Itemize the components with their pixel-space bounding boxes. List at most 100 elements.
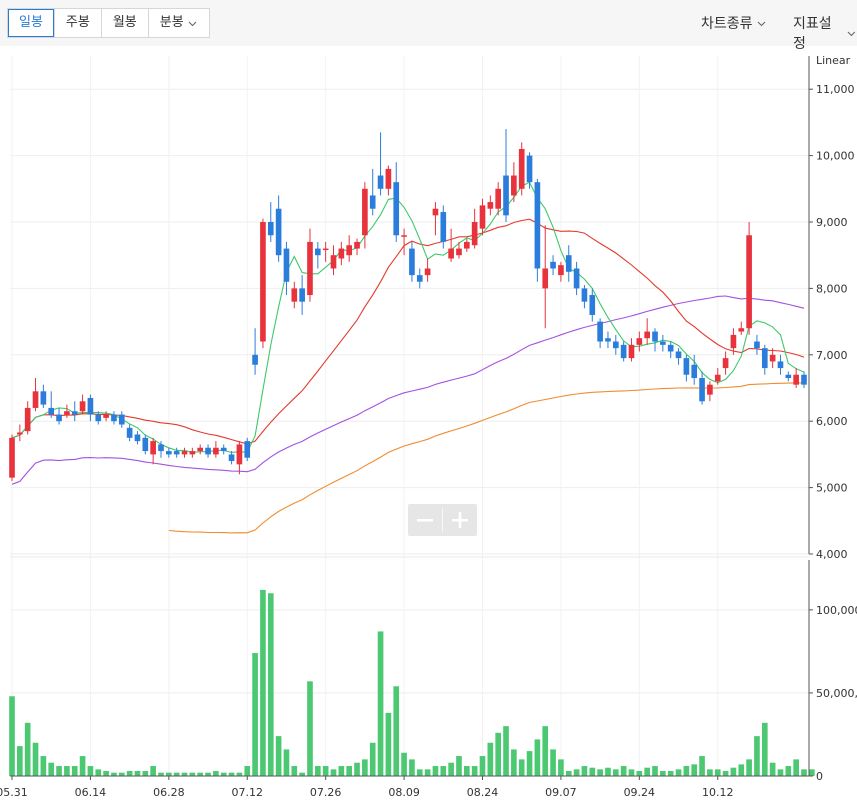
volume-bar bbox=[612, 769, 619, 776]
volume-bar bbox=[573, 769, 580, 776]
volume-bar bbox=[314, 766, 321, 776]
scale-type-label[interactable]: Linear bbox=[816, 54, 851, 67]
volume-bar bbox=[471, 766, 478, 776]
volume-bar bbox=[456, 756, 462, 776]
volume-bar bbox=[620, 766, 627, 776]
volume-bar bbox=[416, 769, 423, 776]
candle-body bbox=[275, 208, 282, 256]
volume-bar bbox=[213, 771, 219, 776]
volume-bar bbox=[495, 732, 502, 776]
candle-body bbox=[534, 182, 541, 269]
candle-body bbox=[526, 155, 533, 183]
candle-body bbox=[322, 248, 329, 251]
volume-bar bbox=[785, 766, 792, 776]
candle-body bbox=[652, 331, 658, 342]
volume-bar bbox=[322, 766, 329, 776]
volume-bar bbox=[71, 766, 78, 776]
candle-body bbox=[9, 437, 15, 478]
tab-minute-label: 분봉 bbox=[159, 15, 184, 30]
candle-body bbox=[103, 414, 109, 418]
candle-body bbox=[205, 447, 211, 455]
x-tick-label: 07.26 bbox=[310, 786, 342, 799]
minus-icon bbox=[417, 519, 433, 522]
stock-chart[interactable]: 4,000 5,000 6,000 7,000 8,000 9,000 10,000 11,0… bbox=[0, 46, 857, 807]
tab-monthly[interactable]: 월봉 bbox=[100, 9, 148, 37]
candle-body bbox=[369, 195, 376, 209]
moving-average-lines bbox=[11, 181, 805, 534]
zoom-out-button[interactable] bbox=[408, 504, 442, 536]
volume-bar bbox=[714, 769, 721, 776]
candle-body bbox=[95, 414, 102, 422]
zoom-in-button[interactable] bbox=[443, 504, 477, 536]
volume-bar bbox=[291, 766, 298, 776]
x-tick-label: 08.09 bbox=[388, 786, 420, 799]
candle-body bbox=[416, 275, 423, 282]
volume-tick-label: 100,000,000 bbox=[816, 604, 857, 617]
volume-bar bbox=[589, 767, 596, 776]
candle-body bbox=[518, 148, 525, 189]
chart-toolbar: 일봉 주봉 월봉 분봉 차트종류 지표설정 bbox=[0, 0, 857, 52]
candle-body bbox=[754, 341, 760, 349]
candle-body bbox=[267, 222, 274, 236]
volume-bar bbox=[150, 766, 156, 776]
candle-body bbox=[495, 188, 502, 209]
candle-body bbox=[699, 378, 705, 402]
chart-type-label: 차트종류 bbox=[701, 16, 753, 32]
x-tick-label: 06.28 bbox=[153, 786, 185, 799]
candle-body bbox=[589, 295, 596, 315]
volume-bar bbox=[64, 766, 70, 776]
candle-body bbox=[542, 268, 549, 289]
tab-minute[interactable]: 분봉 bbox=[147, 9, 209, 37]
candle-body bbox=[393, 182, 400, 236]
candle-body bbox=[79, 401, 86, 412]
candle-body bbox=[409, 248, 415, 276]
candle-body bbox=[307, 241, 313, 296]
volume-bar bbox=[518, 759, 525, 776]
candle-body bbox=[707, 384, 713, 395]
tab-weekly[interactable]: 주봉 bbox=[53, 9, 101, 37]
candle-body bbox=[71, 411, 78, 415]
volume-bar bbox=[362, 759, 368, 776]
volume-bar bbox=[307, 681, 313, 776]
candle-body bbox=[660, 341, 666, 345]
candle-body bbox=[17, 432, 23, 435]
candle-body bbox=[738, 328, 745, 332]
candle-body bbox=[448, 248, 454, 259]
volume-bar bbox=[754, 736, 760, 776]
candle-body bbox=[432, 208, 439, 216]
candle-body bbox=[213, 447, 219, 455]
volume-bar bbox=[675, 769, 682, 776]
chart-type-menu[interactable]: 차트종류 bbox=[701, 13, 767, 33]
candle-body bbox=[236, 444, 243, 465]
zoom-controls bbox=[408, 504, 477, 536]
candle-body bbox=[338, 248, 345, 259]
candle-body bbox=[330, 255, 337, 269]
volume-bar bbox=[95, 769, 102, 776]
candle-body bbox=[166, 451, 172, 455]
volume-bar bbox=[526, 751, 533, 776]
x-tick-label: 05.31 bbox=[0, 786, 28, 799]
volume-bar bbox=[558, 759, 564, 776]
volume-bar bbox=[393, 686, 400, 776]
volume-bar bbox=[542, 726, 549, 776]
candle-body bbox=[385, 168, 392, 189]
volume-bar bbox=[142, 771, 149, 776]
volume-bar bbox=[377, 631, 384, 776]
volume-bar bbox=[644, 767, 650, 776]
candle-body bbox=[558, 265, 564, 276]
volume-bar bbox=[354, 762, 360, 776]
candle-body bbox=[581, 288, 588, 302]
tab-daily[interactable]: 일봉 bbox=[8, 9, 54, 37]
candle-body bbox=[181, 451, 188, 455]
x-tick-label: 06.14 bbox=[75, 786, 107, 799]
volume-bar bbox=[628, 769, 635, 776]
candle-body bbox=[244, 441, 251, 458]
y-tick-label: 10,000 bbox=[816, 150, 855, 163]
volume-bar bbox=[252, 653, 258, 776]
candle-body bbox=[722, 358, 729, 369]
volume-bar bbox=[597, 769, 603, 776]
candle-body bbox=[56, 414, 62, 422]
volume-bar bbox=[722, 771, 729, 776]
volume-bar bbox=[9, 696, 15, 776]
x-tick-label: 07.12 bbox=[231, 786, 263, 799]
